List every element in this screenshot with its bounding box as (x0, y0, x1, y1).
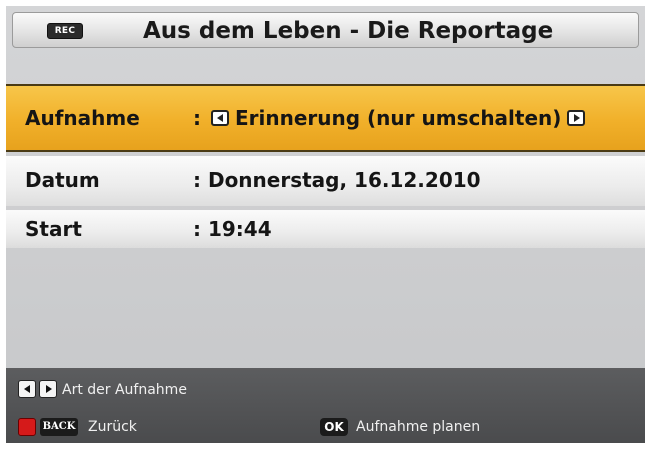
row-aufnahme[interactable]: Aufnahme : Erinnerung (nur umschalten) (6, 84, 645, 152)
datum-value: : Donnerstag, 16.12.2010 (193, 168, 481, 192)
recording-dialog: REC Aus dem Leben - Die Reportage Aufnah… (6, 6, 645, 443)
row-start[interactable]: Start : 19:44 (6, 210, 645, 248)
key-left-icon (18, 380, 36, 398)
back-key-icon: BACK (40, 418, 78, 436)
arrow-right-icon[interactable] (567, 110, 586, 126)
hint-back: Zurück (88, 419, 137, 435)
programme-title: Aus dem Leben - Die Reportage (143, 18, 554, 44)
aufnahme-label: Aufnahme (25, 106, 140, 130)
arrow-left-icon[interactable] (211, 110, 229, 126)
key-right-icon (39, 380, 57, 398)
hint-recording-type: Art der Aufnahme (62, 382, 187, 398)
start-value: : 19:44 (193, 217, 272, 241)
key-hint-bar: Art der Aufnahme BACK Zurück OK Aufnahme… (6, 368, 645, 443)
record-icon (18, 418, 36, 436)
datum-label: Datum (25, 168, 100, 192)
ok-key-icon: OK (320, 418, 348, 436)
title-bar: REC Aus dem Leben - Die Reportage (12, 12, 639, 48)
row-datum[interactable]: Datum : Donnerstag, 16.12.2010 (6, 156, 645, 206)
left-right-keys (18, 380, 57, 398)
hint-ok: Aufnahme planen (356, 419, 481, 435)
aufnahme-colon: : (193, 106, 201, 130)
aufnahme-value: Erinnerung (nur umschalten) (235, 106, 562, 130)
start-label: Start (25, 217, 82, 241)
aufnahme-selector[interactable]: : Erinnerung (nur umschalten) (193, 105, 591, 131)
rec-icon: REC (47, 23, 83, 39)
